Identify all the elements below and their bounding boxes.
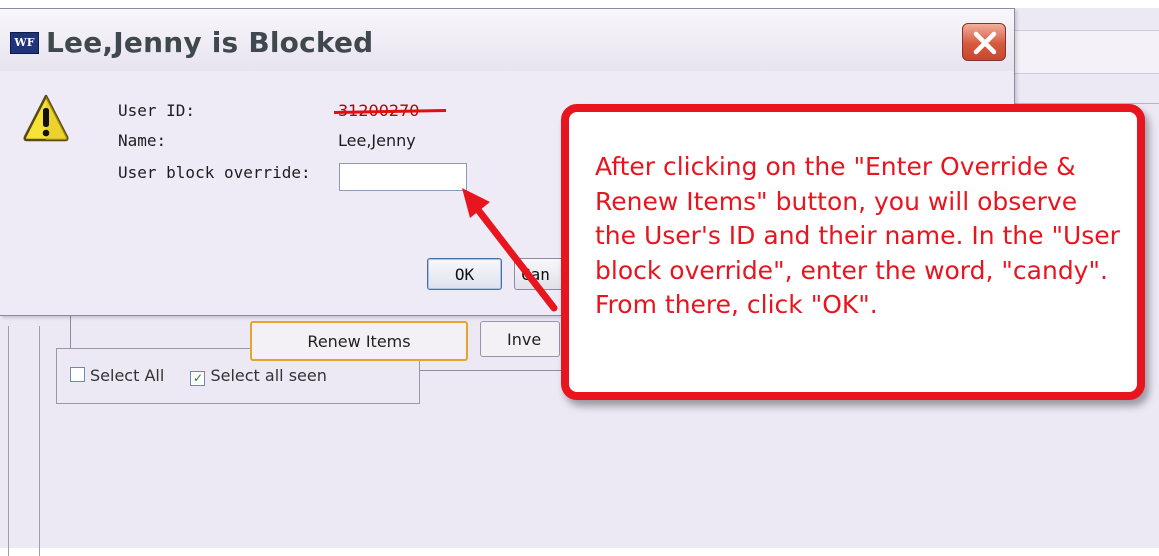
select-all-seen-checkbox[interactable]: ✓ [190, 371, 206, 386]
renew-items-label: Renew Items [307, 331, 411, 351]
annotation-callout: After clicking on the "Enter Override & … [561, 104, 1145, 400]
inventory-button[interactable]: Inve [480, 321, 560, 357]
background-left-bar [8, 326, 40, 556]
annotation-arrow [462, 188, 558, 312]
select-all-label: Select All [90, 366, 165, 385]
app-icon: WF [10, 32, 39, 54]
dialog-title: Lee,Jenny is Blocked [46, 26, 374, 59]
select-all-checkbox[interactable] [70, 367, 85, 382]
inventory-label: Inve [507, 329, 542, 349]
override-input[interactable] [339, 163, 467, 191]
name-value: Lee,Jenny [338, 131, 416, 150]
select-all-seen-label: Select all seen [210, 366, 327, 385]
warning-icon [23, 94, 69, 142]
annotation-text: After clicking on the "Enter Override & … [595, 152, 1120, 319]
dialog-titlebar: WF Lee,Jenny is Blocked [0, 9, 1014, 71]
renew-items-button[interactable]: Renew Items [250, 321, 468, 361]
override-label: User block override: [118, 163, 311, 182]
close-icon [973, 31, 997, 55]
user-id-label: User ID: [118, 101, 196, 120]
close-button[interactable] [962, 23, 1006, 61]
background-toolbar [1012, 30, 1159, 74]
selection-checkboxes: Select All ✓ Select all seen [70, 366, 410, 390]
name-label: Name: [118, 131, 167, 150]
